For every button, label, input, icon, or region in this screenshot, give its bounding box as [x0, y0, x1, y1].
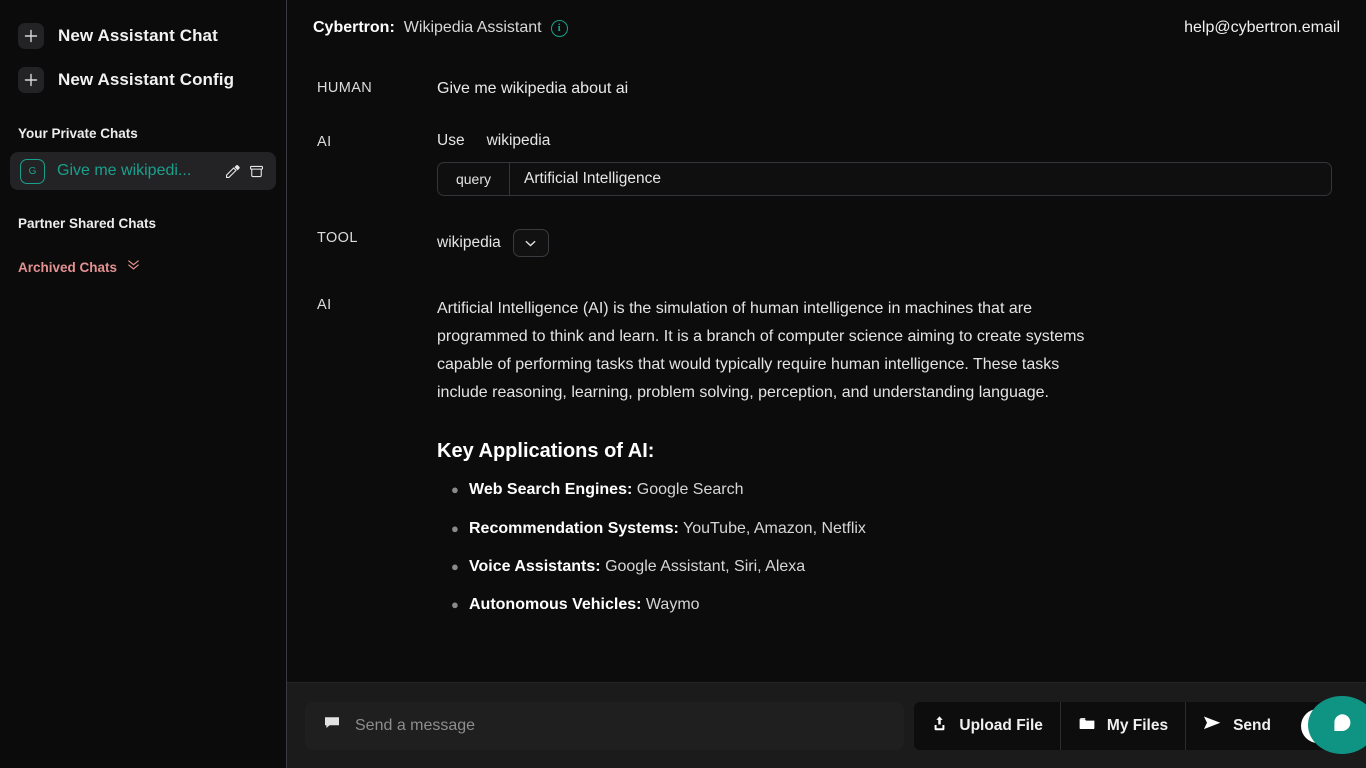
new-assistant-chat-button[interactable]: New Assistant Chat	[0, 16, 286, 56]
bullet-icon: ●	[451, 596, 459, 612]
message-input[interactable]: Send a message	[305, 701, 905, 750]
upload-file-label: Upload File	[959, 716, 1043, 734]
message-input-placeholder: Send a message	[355, 716, 476, 734]
list-item: ● Voice Assistants: Google Assistant, Si…	[437, 557, 1336, 576]
list-item-desc: Google Assistant, Siri, Alexa	[605, 557, 806, 575]
chat-list-item-title: Give me wikipedi...	[57, 162, 192, 179]
bullet-icon: ●	[451, 482, 459, 498]
upload-icon	[931, 715, 948, 737]
tool-result-header: wikipedia	[437, 228, 1336, 258]
bullet-icon: ●	[451, 520, 459, 536]
composer-bar: Send a message Upload File My Files Send	[287, 682, 1366, 768]
archived-chats-label: Archived Chats	[18, 259, 118, 275]
chat-bubble-icon	[323, 714, 341, 737]
message-content: wikipedia	[437, 228, 1336, 258]
sidebar: New Assistant Chat New Assistant Config …	[0, 0, 287, 768]
list-item-desc: Google Search	[636, 481, 744, 499]
message-content: Artificial Intelligence (AI) is the simu…	[437, 295, 1336, 633]
send-button[interactable]: Send	[1186, 702, 1288, 750]
page-title-name: Wikipedia Assistant	[403, 19, 542, 36]
page-title-prefix: Cybertron:	[313, 19, 395, 36]
human-message-text: Give me wikipedia about ai	[437, 80, 629, 97]
archived-chats-toggle[interactable]: Archived Chats	[0, 257, 286, 277]
my-files-button[interactable]: My Files	[1061, 701, 1187, 750]
conversation-scroll[interactable]: HUMAN Give me wikipedia about ai AI Use …	[287, 56, 1366, 682]
message-role: AI	[317, 134, 332, 151]
message-content: Give me wikipedia about ai	[437, 78, 1336, 100]
list-item-term: Recommendation Systems:	[469, 519, 679, 537]
list-item: ● Web Search Engines: Google Search	[437, 480, 1336, 499]
ai-answer-paragraph: Artificial Intelligence (AI) is the simu…	[437, 300, 1085, 402]
chevron-down-icon[interactable]	[512, 229, 549, 258]
message-role: TOOL	[317, 230, 358, 247]
tool-result-name: wikipedia	[437, 234, 501, 252]
ai-answer-bullet-list: ● Web Search Engines: Google Search ● Re…	[437, 480, 1336, 614]
chat-bubble-icon	[1331, 712, 1353, 739]
chevron-double-down-icon	[126, 257, 141, 277]
info-icon[interactable]: i	[550, 19, 568, 37]
top-bar: Cybertron: Wikipedia Assistant i help@cy…	[287, 0, 1366, 56]
tool-parameter-value: Artificial Intelligence	[524, 170, 661, 188]
tool-use-line: Use wikipedia	[437, 132, 1336, 150]
plus-icon	[18, 23, 44, 49]
folder-icon	[1078, 715, 1096, 737]
list-item-term: Voice Assistants:	[469, 557, 601, 575]
chat-list-item[interactable]: G Give me wikipedi...	[10, 152, 276, 190]
ai-answer-heading: Key Applications of AI:	[437, 440, 655, 463]
message-role: AI	[317, 297, 332, 314]
partner-chats-heading: Partner Shared Chats	[18, 216, 157, 231]
bullet-icon: ●	[451, 558, 459, 574]
message-row-ai-answer: AI Artificial Intelligence (AI) is the s…	[317, 295, 1336, 633]
tool-parameter-key: query	[438, 163, 510, 196]
edit-icon[interactable]	[220, 159, 244, 183]
list-item-desc: YouTube, Amazon, Netflix	[683, 519, 866, 537]
list-item-term: Web Search Engines:	[469, 481, 633, 499]
list-item-term: Autonomous Vehicles:	[469, 595, 642, 613]
new-assistant-config-button[interactable]: New Assistant Config	[0, 60, 286, 100]
message-row-human: HUMAN Give me wikipedia about ai	[317, 78, 1336, 100]
avatar: G	[20, 158, 45, 184]
upload-file-button[interactable]: Upload File	[914, 701, 1061, 750]
tool-parameter-row: query Artificial Intelligence	[437, 162, 1332, 197]
account-email[interactable]: help@cybertron.email	[1184, 19, 1340, 37]
new-assistant-chat-label: New Assistant Chat	[58, 26, 218, 45]
use-label: Use	[437, 132, 465, 150]
send-icon	[1203, 715, 1222, 736]
app-root: New Assistant Chat New Assistant Config …	[0, 0, 1366, 768]
message-role: HUMAN	[317, 80, 373, 96]
plus-icon	[18, 67, 44, 93]
main-panel: Cybertron: Wikipedia Assistant i help@cy…	[287, 0, 1366, 768]
message-row-tool: TOOL wikipedia	[317, 228, 1336, 258]
composer-actions: Upload File My Files Send	[914, 701, 1288, 750]
tool-call-name: wikipedia	[486, 132, 551, 150]
list-item: ● Recommendation Systems: YouTube, Amazo…	[437, 519, 1336, 538]
my-files-label: My Files	[1106, 716, 1169, 734]
message-content: Use wikipedia query Artificial Intellige…	[437, 132, 1336, 197]
new-assistant-config-label: New Assistant Config	[58, 70, 235, 89]
archive-icon[interactable]	[244, 159, 268, 183]
send-label: Send	[1233, 716, 1271, 734]
list-item-desc: Waymo	[645, 595, 700, 613]
private-chats-heading: Your Private Chats	[18, 126, 138, 141]
page-title: Cybertron: Wikipedia Assistant i	[313, 19, 568, 37]
message-row-ai-tool-call: AI Use wikipedia query Artificial Intell…	[317, 132, 1336, 197]
list-item: ● Autonomous Vehicles: Waymo	[437, 595, 1336, 614]
